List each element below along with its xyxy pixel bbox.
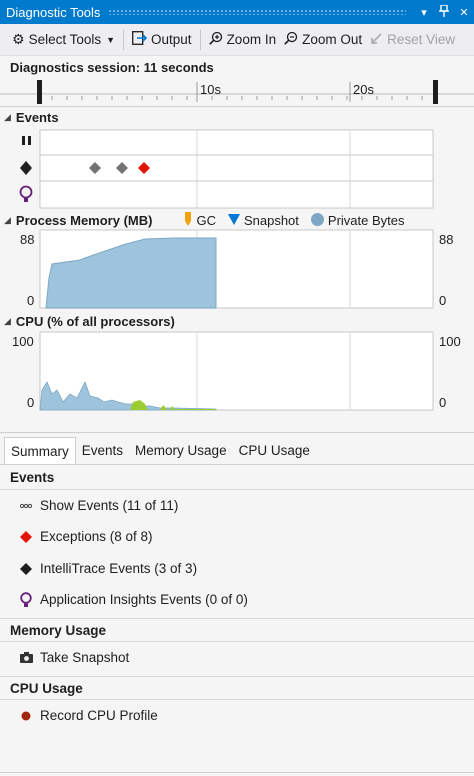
exceptions-link[interactable]: Exceptions (8 of 8) — [18, 529, 153, 544]
collapse-icon[interactable]: ◢ — [4, 215, 11, 226]
show-events-link[interactable]: Show Events (11 of 11) — [18, 498, 178, 513]
zoom-in-button[interactable]: Zoom In — [205, 28, 281, 52]
timeline-ruler[interactable]: 10s 20s — [0, 78, 474, 106]
summary-cpu-head: CPU Usage — [0, 676, 474, 700]
reset-view-button[interactable]: Reset View — [366, 28, 459, 52]
select-tools-button[interactable]: ⚙ Select Tools ▼ — [8, 28, 119, 52]
ruler-tick-label: 10s — [200, 82, 221, 97]
output-button[interactable]: Output — [128, 28, 196, 52]
app-insights-icon — [18, 592, 34, 607]
memory-section-title: Process Memory (MB) — [15, 213, 153, 228]
app-insights-events-label: Application Insights Events (0 of 0) — [40, 592, 248, 607]
private-bytes-icon — [310, 212, 324, 229]
cpu-section-title: CPU (% of all processors) — [15, 314, 175, 329]
exception-diamond-icon — [18, 530, 34, 543]
record-icon — [18, 711, 34, 721]
legend-label: Private Bytes — [327, 213, 405, 228]
close-icon[interactable]: ✕ — [454, 6, 474, 19]
reset-view-icon — [370, 32, 383, 48]
toolbar-separator — [123, 29, 125, 50]
show-events-icon — [18, 503, 34, 509]
legend-label: GC — [196, 213, 216, 228]
app-insights-events-link[interactable]: Application Insights Events (0 of 0) — [18, 592, 248, 607]
summary-events-head: Events — [0, 466, 474, 490]
zoom-out-label: Zoom Out — [302, 32, 363, 47]
camera-icon — [18, 652, 34, 663]
toolbar-separator — [199, 29, 201, 50]
legend-gc: GC — [184, 212, 216, 229]
toolbar: ⚙ Select Tools ▼ Output Zoom In Zoom Out… — [0, 24, 474, 56]
take-snapshot-link[interactable]: Take Snapshot — [18, 650, 129, 665]
title-grip[interactable] — [108, 9, 406, 15]
collapse-icon[interactable]: ◢ — [4, 316, 11, 327]
zoom-out-icon — [284, 31, 298, 48]
ruler-start-handle[interactable] — [37, 80, 42, 104]
window-title: Diagnostic Tools — [6, 4, 101, 20]
output-icon — [132, 31, 148, 48]
ruler-end-handle[interactable] — [433, 80, 438, 104]
tab-summary[interactable]: Summary — [4, 437, 76, 464]
zoom-out-button[interactable]: Zoom Out — [280, 28, 366, 52]
memory-chart[interactable] — [0, 228, 474, 310]
session-label: Diagnostics session: 11 seconds — [10, 60, 214, 75]
summary-tabs: Summary Events Memory Usage CPU Usage — [0, 437, 474, 465]
intellitrace-diamond-icon — [20, 161, 32, 175]
zoom-in-label: Zoom In — [226, 32, 277, 47]
chevron-down-icon: ▼ — [106, 34, 116, 45]
intellitrace-diamond-icon — [18, 562, 34, 575]
events-track[interactable] — [0, 126, 474, 210]
events-section-title: Events — [15, 110, 59, 125]
show-events-label: Show Events (11 of 11) — [40, 498, 179, 513]
intellitrace-events-link[interactable]: IntelliTrace Events (3 of 3) — [18, 561, 197, 576]
events-section-header[interactable]: ◢ Events — [4, 110, 59, 125]
collapse-icon[interactable]: ◢ — [4, 112, 11, 123]
divider — [0, 432, 474, 433]
gear-icon: ⚙ — [12, 31, 25, 47]
divider — [0, 106, 474, 107]
dropdown-icon[interactable]: ▾ — [414, 6, 434, 19]
legend-snapshot: Snapshot — [227, 213, 299, 228]
exceptions-label: Exceptions (8 of 8) — [40, 529, 153, 544]
legend-label: Snapshot — [243, 213, 299, 228]
app-insights-icon — [19, 185, 33, 202]
intellitrace-events-label: IntelliTrace Events (3 of 3) — [40, 561, 198, 576]
snapshot-icon — [227, 213, 240, 228]
summary-memory-head: Memory Usage — [0, 618, 474, 642]
cpu-section-header[interactable]: ◢ CPU (% of all processors) — [4, 314, 175, 329]
reset-view-label: Reset View — [387, 32, 456, 47]
take-snapshot-label: Take Snapshot — [40, 650, 130, 665]
title-bar: Diagnostic Tools ▾ ✕ — [0, 0, 474, 24]
tab-cpu-usage[interactable]: CPU Usage — [233, 437, 316, 464]
pause-icon — [22, 136, 31, 145]
record-cpu-profile-label: Record CPU Profile — [40, 708, 158, 723]
select-tools-label: Select Tools — [28, 32, 102, 47]
output-label: Output — [151, 32, 192, 47]
ruler-tick-label: 20s — [353, 82, 374, 97]
tab-events[interactable]: Events — [76, 437, 129, 464]
zoom-in-icon — [208, 31, 223, 48]
pin-icon[interactable] — [434, 3, 454, 20]
cpu-chart[interactable] — [0, 330, 474, 412]
record-cpu-profile-link[interactable]: Record CPU Profile — [18, 708, 158, 723]
legend-private-bytes: Private Bytes — [310, 212, 405, 229]
tab-memory-usage[interactable]: Memory Usage — [129, 437, 233, 464]
divider — [0, 772, 474, 773]
memory-section-header[interactable]: ◢ Process Memory (MB) GC Snapshot Privat… — [4, 212, 405, 229]
gc-icon — [184, 212, 192, 229]
